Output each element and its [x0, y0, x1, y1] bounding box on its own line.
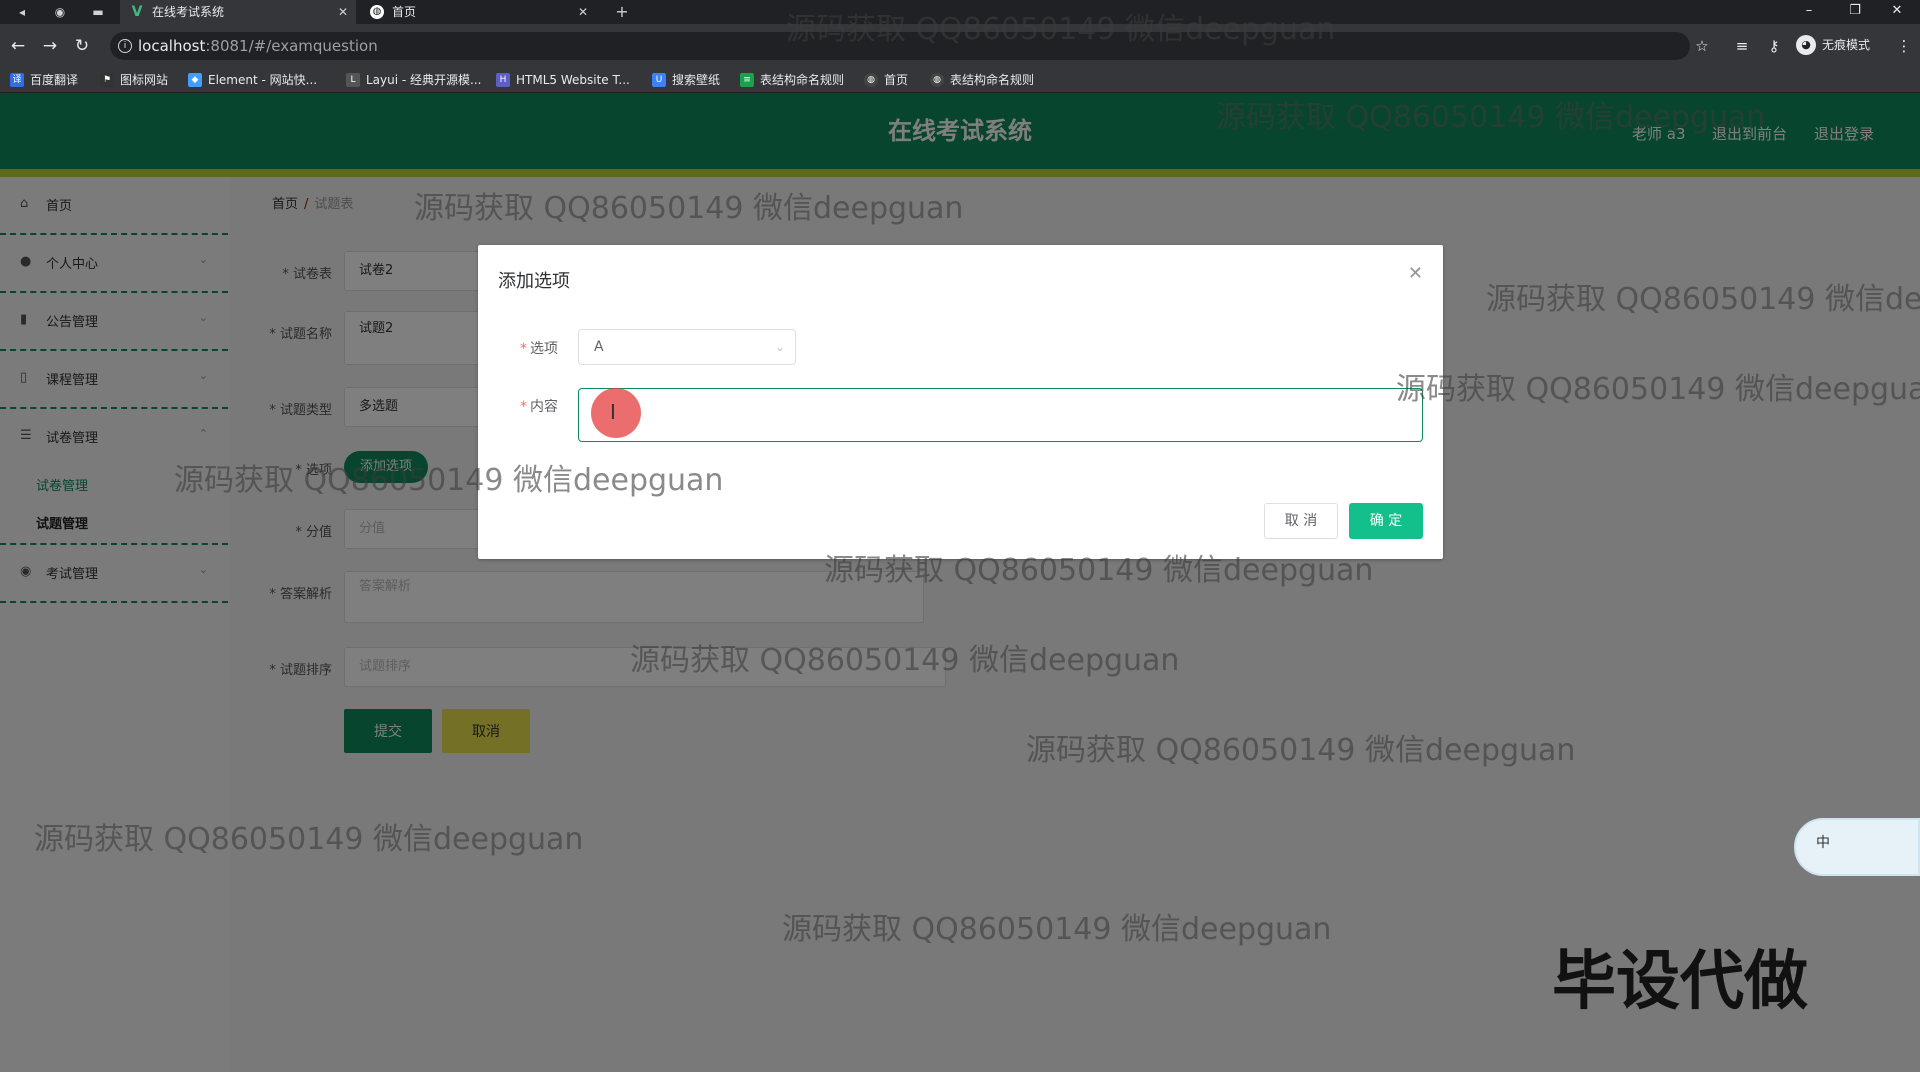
url-host: localhost — [138, 37, 206, 55]
reload-icon[interactable]: ↻ — [72, 36, 92, 56]
content-textarea[interactable] — [578, 388, 1423, 442]
globe-icon: ◍ — [930, 73, 944, 87]
bookmark-label: Layui - 经典开源模... — [366, 73, 482, 87]
translate-icon: 译 — [10, 73, 24, 87]
tab-label: 首页 — [392, 5, 417, 19]
minimize-icon[interactable]: – — [1786, 0, 1832, 24]
bookmark-home[interactable]: ◍ 首页 — [864, 72, 908, 88]
bookmark-html5[interactable]: H HTML5 Website T... — [496, 72, 630, 88]
reading-list-icon[interactable]: ≡ — [1732, 36, 1752, 56]
globe-icon[interactable]: ◉ — [52, 4, 68, 20]
option-select-label: * 选项 — [520, 341, 558, 357]
globe-icon: ◍ — [370, 5, 384, 19]
html5-icon: H — [496, 73, 510, 87]
click-indicator — [591, 388, 641, 438]
restore-icon[interactable]: ❐ — [1832, 0, 1878, 24]
content-label: * 内容 — [520, 399, 558, 415]
browser-tab-bar: ◂ ◉ ▬ V 在线考试系统 ✕ ◍ 首页 ✕ + – ❐ ✕ — [0, 0, 1920, 24]
modal-overlay[interactable] — [0, 93, 1920, 1072]
star-icon[interactable]: ☆ — [1692, 36, 1712, 56]
bookmark-label: 表结构命名规则 — [950, 73, 1035, 87]
wallpaper-icon: U — [652, 73, 666, 87]
option-select-value: A — [594, 339, 604, 355]
url-field[interactable]: i localhost:8081/#/examquestion — [110, 32, 1690, 60]
bookmarks-bar: 译百度翻译 ⚑ 图标网站 ◆ Element - 网站快... L Layui - 经… — [0, 68, 1920, 93]
bookmark-label: 百度翻译 — [30, 73, 79, 87]
tab-exam-system[interactable]: V 在线考试系统 ✕ — [120, 0, 356, 24]
ime-widget[interactable]: 中 — [1794, 818, 1920, 876]
element-icon: ◆ — [188, 73, 202, 87]
chevron-down-icon: ⌄ — [774, 340, 785, 354]
globe-icon: ◍ — [864, 73, 878, 87]
info-icon[interactable]: i — [118, 39, 132, 53]
bookmark-table-naming[interactable]: ≡ 表结构命名规则 — [740, 72, 844, 88]
close-icon[interactable]: ✕ — [338, 0, 348, 24]
key-icon[interactable]: ⚷ — [1764, 36, 1784, 56]
ime-label: 中 — [1816, 835, 1830, 851]
dialog-cancel-button[interactable]: 取 消 — [1264, 503, 1338, 539]
bookmark-label: 图标网站 — [120, 73, 169, 87]
layui-icon: L — [346, 73, 360, 87]
audio-icon[interactable]: ◂ — [14, 4, 30, 20]
flag-icon: ⚑ — [100, 73, 114, 87]
close-icon[interactable]: ✕ — [578, 0, 588, 24]
close-icon[interactable]: ✕ — [1408, 263, 1423, 284]
incognito-badge[interactable]: ◕ 无痕模式 — [1796, 33, 1870, 57]
incognito-label: 无痕模式 — [1822, 38, 1871, 52]
url-path: :8081/#/examquestion — [205, 37, 378, 55]
text-cursor-icon: I — [610, 400, 616, 424]
promo-text: 毕设代做 — [1552, 945, 1808, 1019]
dialog-title: 添加选项 — [498, 271, 570, 292]
bookmark-label: 首页 — [884, 73, 909, 87]
bookmark-label: HTML5 Website T... — [516, 73, 630, 87]
option-select[interactable]: A ⌄ — [578, 329, 796, 365]
bookmark-label: 搜索壁纸 — [672, 73, 721, 87]
bookmark-label: Element - 网站快... — [208, 73, 318, 87]
incognito-icon: ◕ — [1796, 35, 1816, 55]
sheet-icon: ≡ — [740, 73, 754, 87]
add-option-dialog: 添加选项 ✕ * 选项 A ⌄ * 内容 I 取 消 确 定 — [478, 245, 1443, 559]
back-icon[interactable]: ← — [8, 36, 28, 56]
vue-icon: V — [131, 4, 143, 20]
window-icon[interactable]: ▬ — [90, 4, 106, 20]
bookmark-baidu-translate[interactable]: 译百度翻译 — [10, 72, 78, 88]
dialog-confirm-button[interactable]: 确 定 — [1349, 503, 1423, 539]
tab-home[interactable]: ◍ 首页 ✕ — [360, 0, 596, 24]
forward-icon[interactable]: → — [40, 36, 60, 56]
bookmark-label: 表结构命名规则 — [760, 73, 845, 87]
bookmark-wallpaper[interactable]: U 搜索壁纸 — [652, 72, 720, 88]
menu-icon[interactable]: ⋮ — [1894, 36, 1914, 56]
new-tab-icon[interactable]: + — [614, 4, 630, 20]
address-bar-row: ← → ↻ i localhost:8081/#/examquestion ☆ … — [0, 24, 1920, 68]
bookmark-table-naming-2[interactable]: ◍ 表结构命名规则 — [930, 72, 1034, 88]
bookmark-element[interactable]: ◆ Element - 网站快... — [188, 72, 317, 88]
bookmark-layui[interactable]: L Layui - 经典开源模... — [346, 72, 481, 88]
bookmark-icon-site[interactable]: ⚑ 图标网站 — [100, 72, 168, 88]
window-close-icon[interactable]: ✕ — [1874, 0, 1920, 24]
tab-label: 在线考试系统 — [152, 5, 225, 19]
